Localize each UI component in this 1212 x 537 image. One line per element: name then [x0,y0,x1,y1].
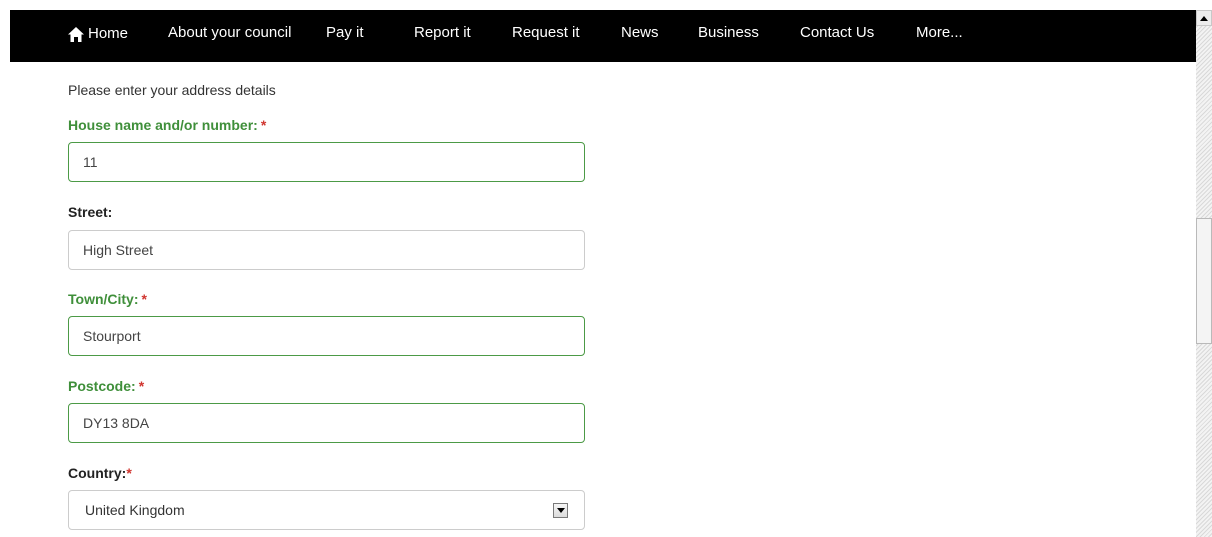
scroll-up-button[interactable] [1196,10,1212,26]
required-marker: * [138,378,145,394]
street-input[interactable] [68,230,585,270]
country-selected-value: United Kingdom [85,502,185,518]
town-city-input[interactable] [68,316,585,356]
house-label-text: House name and/or number: [68,117,258,133]
country-label-text: Country: [68,465,127,481]
town-label-text: Town/City: [68,291,139,307]
required-marker: * [141,291,147,307]
nav-request-link[interactable]: Request it [512,10,580,58]
nav-contact-link[interactable]: Contact Us [800,10,874,58]
postcode-label: Postcode: * [68,376,144,396]
nav-pay-link[interactable]: Pay it [326,10,364,58]
page: Home About your council Pay it Report it… [0,0,1212,537]
home-icon [68,26,84,42]
nav-news-link[interactable]: News [621,10,659,58]
vertical-scrollbar[interactable] [1196,10,1212,537]
postcode-label-text: Postcode: [68,378,136,394]
street-label-text: Street: [68,204,113,220]
postcode-input[interactable] [68,403,585,443]
nav-business-link[interactable]: Business [698,10,759,58]
nav-report-link[interactable]: Report it [414,10,471,58]
main-navigation: Home About your council Pay it Report it… [10,10,1196,62]
form-intro-text: Please enter your address details [68,82,276,98]
required-marker: * [260,117,267,133]
nav-home-label: Home [88,25,129,42]
house-label: House name and/or number: * [68,115,266,135]
arrow-up-icon [1200,15,1208,21]
country-label: Country:* [68,463,132,483]
scroll-thumb[interactable] [1196,218,1212,344]
town-label: Town/City: * [68,289,147,309]
street-label: Street: [68,202,112,222]
required-marker: * [126,465,132,481]
country-select[interactable]: United Kingdom [68,490,585,530]
chevron-down-icon [556,508,565,513]
house-number-input[interactable] [68,142,585,182]
nav-more-link[interactable]: More... [916,10,963,58]
nav-about-link[interactable]: About your council [168,10,291,58]
nav-home-link[interactable]: Home [68,10,128,58]
dropdown-arrow-button[interactable] [553,503,568,518]
